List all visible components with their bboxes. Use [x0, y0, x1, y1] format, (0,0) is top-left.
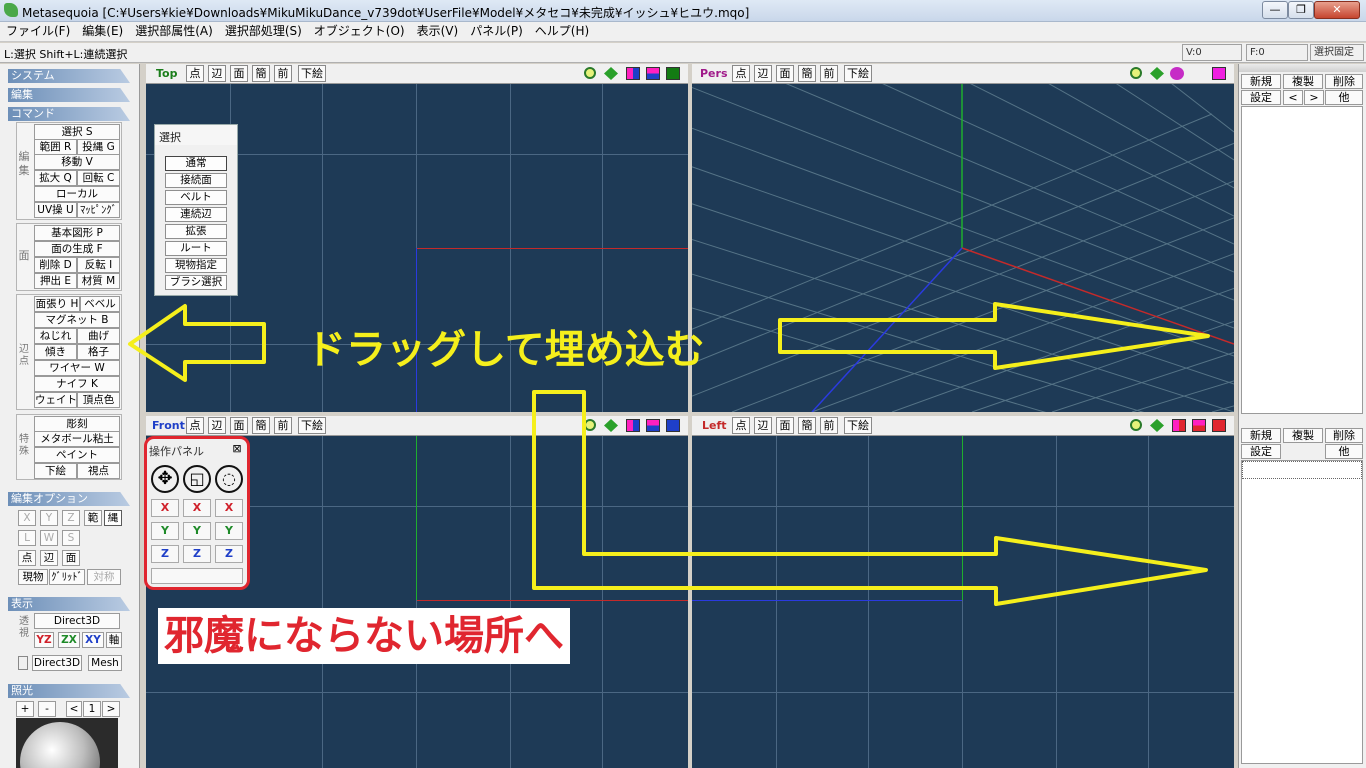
right-arrow-annotation	[778, 302, 1210, 370]
lower-arrow-annotation	[532, 390, 1208, 606]
out-of-way-annotation: 邪魔にならない場所へ	[158, 608, 570, 664]
left-arrow-annotation	[128, 304, 266, 382]
drag-embed-annotation: ドラッグして埋め込む	[306, 327, 705, 373]
